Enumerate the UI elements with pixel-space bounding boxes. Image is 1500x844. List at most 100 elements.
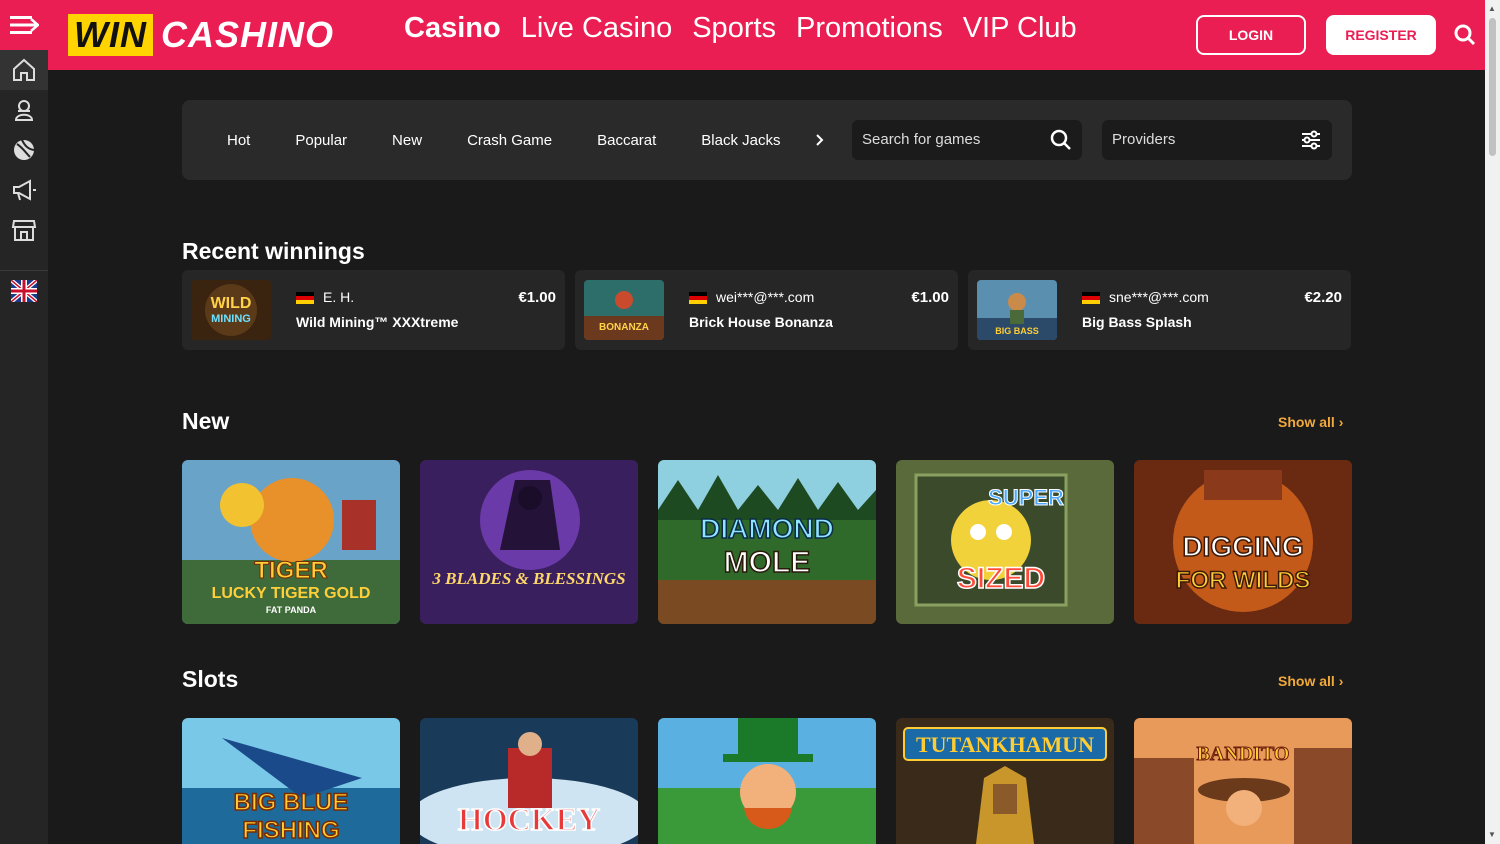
menu-arrow-icon [10,16,39,34]
svg-text:TIGER: TIGER [254,557,327,584]
svg-text:MINING: MINING [211,313,251,325]
nav-casino[interactable]: Casino [404,12,501,45]
show-all-label: Show all [1278,414,1335,430]
game-title: 3 BLADES & BLESSINGS [431,569,625,588]
svg-text:FISHING: FISHING [242,817,339,844]
svg-text:BONANZA: BONANZA [599,322,649,333]
menu-toggle-button[interactable] [0,0,48,50]
game-tile-digging-for-wilds[interactable]: DIGGING FOR WILDS [1134,460,1352,624]
scroll-up-arrow[interactable]: ▲ [1488,4,1496,13]
home-icon [13,58,35,81]
chevron-right-icon: › [1338,414,1344,430]
germany-flag-icon [296,292,314,304]
germany-flag-icon [689,292,707,304]
game-thumbnail: BONANZA [584,280,664,340]
winner-name: wei***@***.com [716,289,815,305]
game-tile-leprechaun[interactable] [658,718,876,844]
sidebar [0,50,48,844]
uk-flag-icon [11,280,37,302]
providers-label: Providers [1112,131,1176,148]
scroll-thumb[interactable] [1489,18,1496,156]
game-title: LUCKY TIGER GOLD [212,585,371,602]
recent-win-card[interactable]: BIG BASS sne***@***.com €2.20 Big Bass S… [968,270,1351,350]
svg-text:SIZED: SIZED [957,562,1045,595]
winner-name: E. H. [323,289,355,305]
site-logo[interactable]: WIN CASHINO [68,14,334,56]
svg-text:BIG BASS: BIG BASS [995,326,1039,336]
nav-vip-club[interactable]: VIP Club [963,12,1077,45]
sidebar-item-sports[interactable] [0,130,48,170]
nav-live-casino[interactable]: Live Casino [521,12,673,45]
sports-ball-icon [14,139,35,160]
search-icon [1050,129,1071,150]
recent-winnings-title: Recent winnings [182,238,365,264]
sliders-icon [1302,130,1320,150]
slots-show-all-link[interactable]: Show all › [1278,673,1343,689]
winner-name: sne***@***.com [1109,289,1209,305]
new-section-title: New [182,408,230,434]
sidebar-item-home[interactable] [0,50,48,90]
sidebar-item-promotions[interactable] [0,170,48,210]
win-amount: €1.00 [518,289,556,306]
win-game-title: Brick House Bonanza [689,314,833,330]
language-selector[interactable] [0,271,48,311]
tab-hot[interactable]: Hot [227,132,250,149]
germany-flag-icon [1082,292,1100,304]
game-tile-big-blue-fishing[interactable]: BIG BLUE FISHING [182,718,400,844]
svg-text:DIAMOND: DIAMOND [700,513,834,544]
game-tile-diamond-mole[interactable]: DIAMOND MOLE [658,460,876,624]
game-title: HOCKEY [458,801,600,837]
page-scrollbar[interactable]: ▲ ▼ [1485,0,1500,844]
game-tile-lucky-tiger-gold[interactable]: TIGER LUCKY TIGER GOLD FAT PANDA [182,460,400,624]
game-tile-super-sized[interactable]: SUPER SIZED [896,460,1114,624]
game-provider: FAT PANDA [266,605,317,615]
category-tabs: Hot Popular New Crash Game Baccarat Blac… [227,100,781,180]
svg-text:DIGGING: DIGGING [1182,531,1303,562]
logo-win-text: WIN [68,14,153,56]
search-input[interactable]: Search for games [852,120,1082,160]
svg-text:BIG BLUE: BIG BLUE [234,789,349,816]
sidebar-item-store[interactable] [0,210,48,250]
game-tile-el-bandito[interactable]: BANDITO [1134,718,1352,844]
main-nav: Casino Live Casino Sports Promotions VIP… [404,12,1077,45]
slots-section-title: Slots [182,666,239,692]
logo-cashino-text: CASHINO [160,14,334,55]
game-filter-bar: Hot Popular New Crash Game Baccarat Blac… [182,100,1352,180]
search-placeholder: Search for games [862,131,981,148]
chevron-right-icon[interactable] [814,130,826,150]
top-bar: WIN CASHINO Casino Live Casino Sports Pr… [0,0,1485,70]
tab-black-jacks[interactable]: Black Jacks [701,132,780,149]
register-button[interactable]: REGISTER [1326,15,1436,55]
tab-crash-game[interactable]: Crash Game [467,132,552,149]
live-dealer-icon [14,100,34,121]
sidebar-item-live-casino[interactable] [0,90,48,130]
game-tile-hockey[interactable]: HOCKEY [420,718,638,844]
recent-win-card[interactable]: BONANZA wei***@***.com €1.00 Brick House… [575,270,958,350]
new-show-all-link[interactable]: Show all › [1278,414,1343,430]
scroll-down-arrow[interactable]: ▼ [1488,830,1496,839]
login-button[interactable]: LOGIN [1196,15,1306,55]
providers-select[interactable]: Providers [1102,120,1332,160]
store-icon [11,220,37,241]
recent-win-card[interactable]: WILD MINING E. H. €1.00 Wild Mining™ XXXt… [182,270,565,350]
win-game-title: Wild Mining™ XXXtreme [296,314,459,330]
game-tile-3-blades-blessings[interactable]: 3 BLADES & BLESSINGS [420,460,638,624]
svg-text:WILD: WILD [211,295,252,312]
tab-baccarat[interactable]: Baccarat [597,132,656,149]
game-tile-tutankhamun[interactable]: TUTANKHAMUN [896,718,1114,844]
megaphone-icon [13,179,36,201]
win-amount: €2.20 [1304,289,1342,306]
tab-new[interactable]: New [392,132,422,149]
tab-popular[interactable]: Popular [295,132,347,149]
nav-promotions[interactable]: Promotions [796,12,943,45]
svg-text:FOR WILDS: FOR WILDS [1176,567,1311,594]
game-thumbnail: BIG BASS [977,280,1057,340]
search-icon[interactable] [1454,24,1476,46]
svg-text:MOLE: MOLE [724,546,811,579]
chevron-right-icon: › [1338,673,1344,689]
show-all-label: Show all [1278,673,1335,689]
win-game-title: Big Bass Splash [1082,314,1192,330]
nav-sports[interactable]: Sports [692,12,776,45]
win-amount: €1.00 [911,289,949,306]
game-title: TUTANKHAMUN [916,732,1094,757]
